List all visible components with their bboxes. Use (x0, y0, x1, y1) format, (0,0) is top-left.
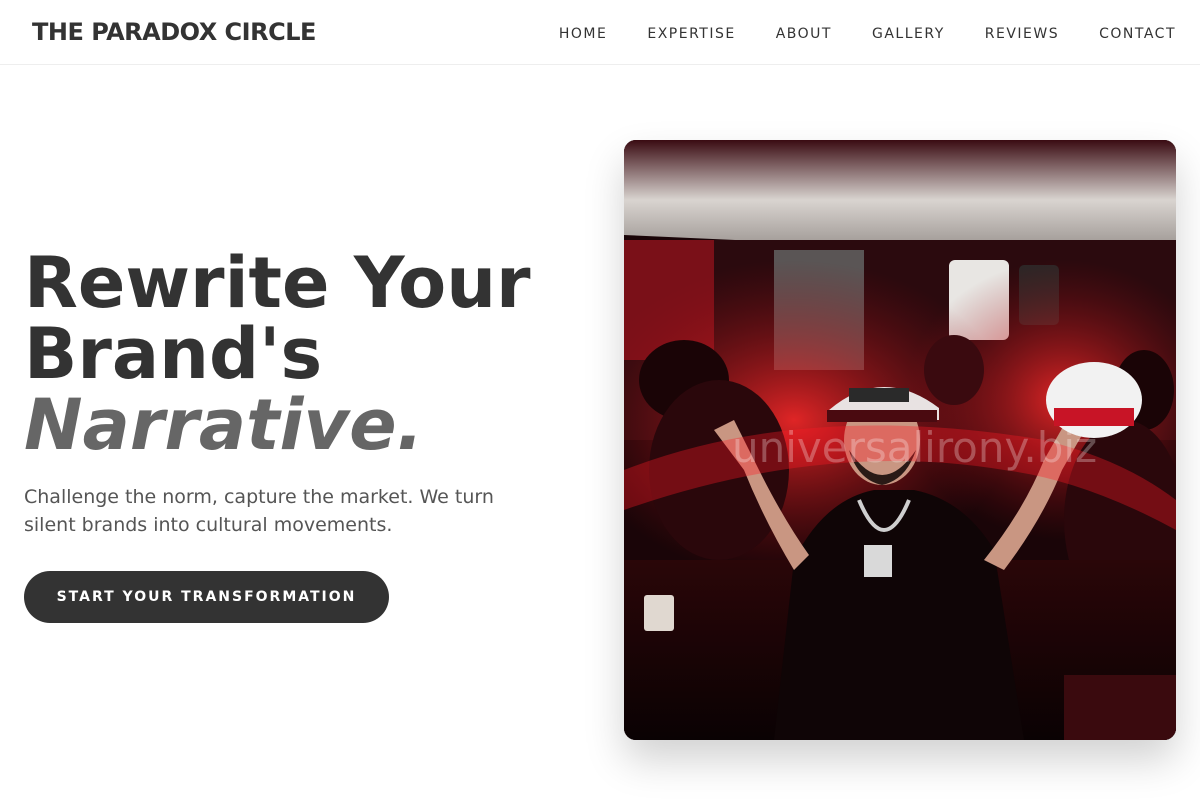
nav-link-contact[interactable]: CONTACT (1099, 26, 1176, 42)
top-navbar: THE PARADOX CIRCLE HOME EXPERTISE ABOUT … (0, 0, 1200, 65)
headline-line-2: Brand's (24, 313, 323, 395)
hero-headline: Rewrite Your Brand's Narrative. (24, 248, 584, 461)
nav-item-about: ABOUT (776, 23, 832, 42)
headline-accent: Narrative. (24, 384, 424, 466)
hero-photo: universalirony.biz (624, 140, 1176, 740)
nav-menu: HOME EXPERTISE ABOUT GALLERY REVIEWS CON… (559, 23, 1176, 42)
start-transformation-button[interactable]: START YOUR TRANSFORMATION (24, 571, 389, 623)
nav-item-expertise: EXPERTISE (647, 23, 735, 42)
hero-subtext: Challenge the norm, capture the market. … (24, 486, 494, 536)
headline-line-1: Rewrite Your (24, 242, 531, 324)
nav-item-contact: CONTACT (1099, 23, 1176, 42)
nav-link-expertise[interactable]: EXPERTISE (647, 26, 735, 42)
image-watermark: universalirony.biz (732, 423, 1098, 472)
nav-link-about[interactable]: ABOUT (776, 26, 832, 42)
nav-item-home: HOME (559, 23, 607, 42)
nav-item-gallery: GALLERY (872, 23, 945, 42)
nav-item-reviews: REVIEWS (985, 23, 1059, 42)
hero-text-block: Rewrite Your Brand's Narrative. Challeng… (24, 248, 584, 623)
nav-link-home[interactable]: HOME (559, 26, 607, 42)
nav-link-gallery[interactable]: GALLERY (872, 26, 945, 42)
brand-logo[interactable]: THE PARADOX CIRCLE (32, 18, 316, 46)
nav-link-reviews[interactable]: REVIEWS (985, 26, 1059, 42)
